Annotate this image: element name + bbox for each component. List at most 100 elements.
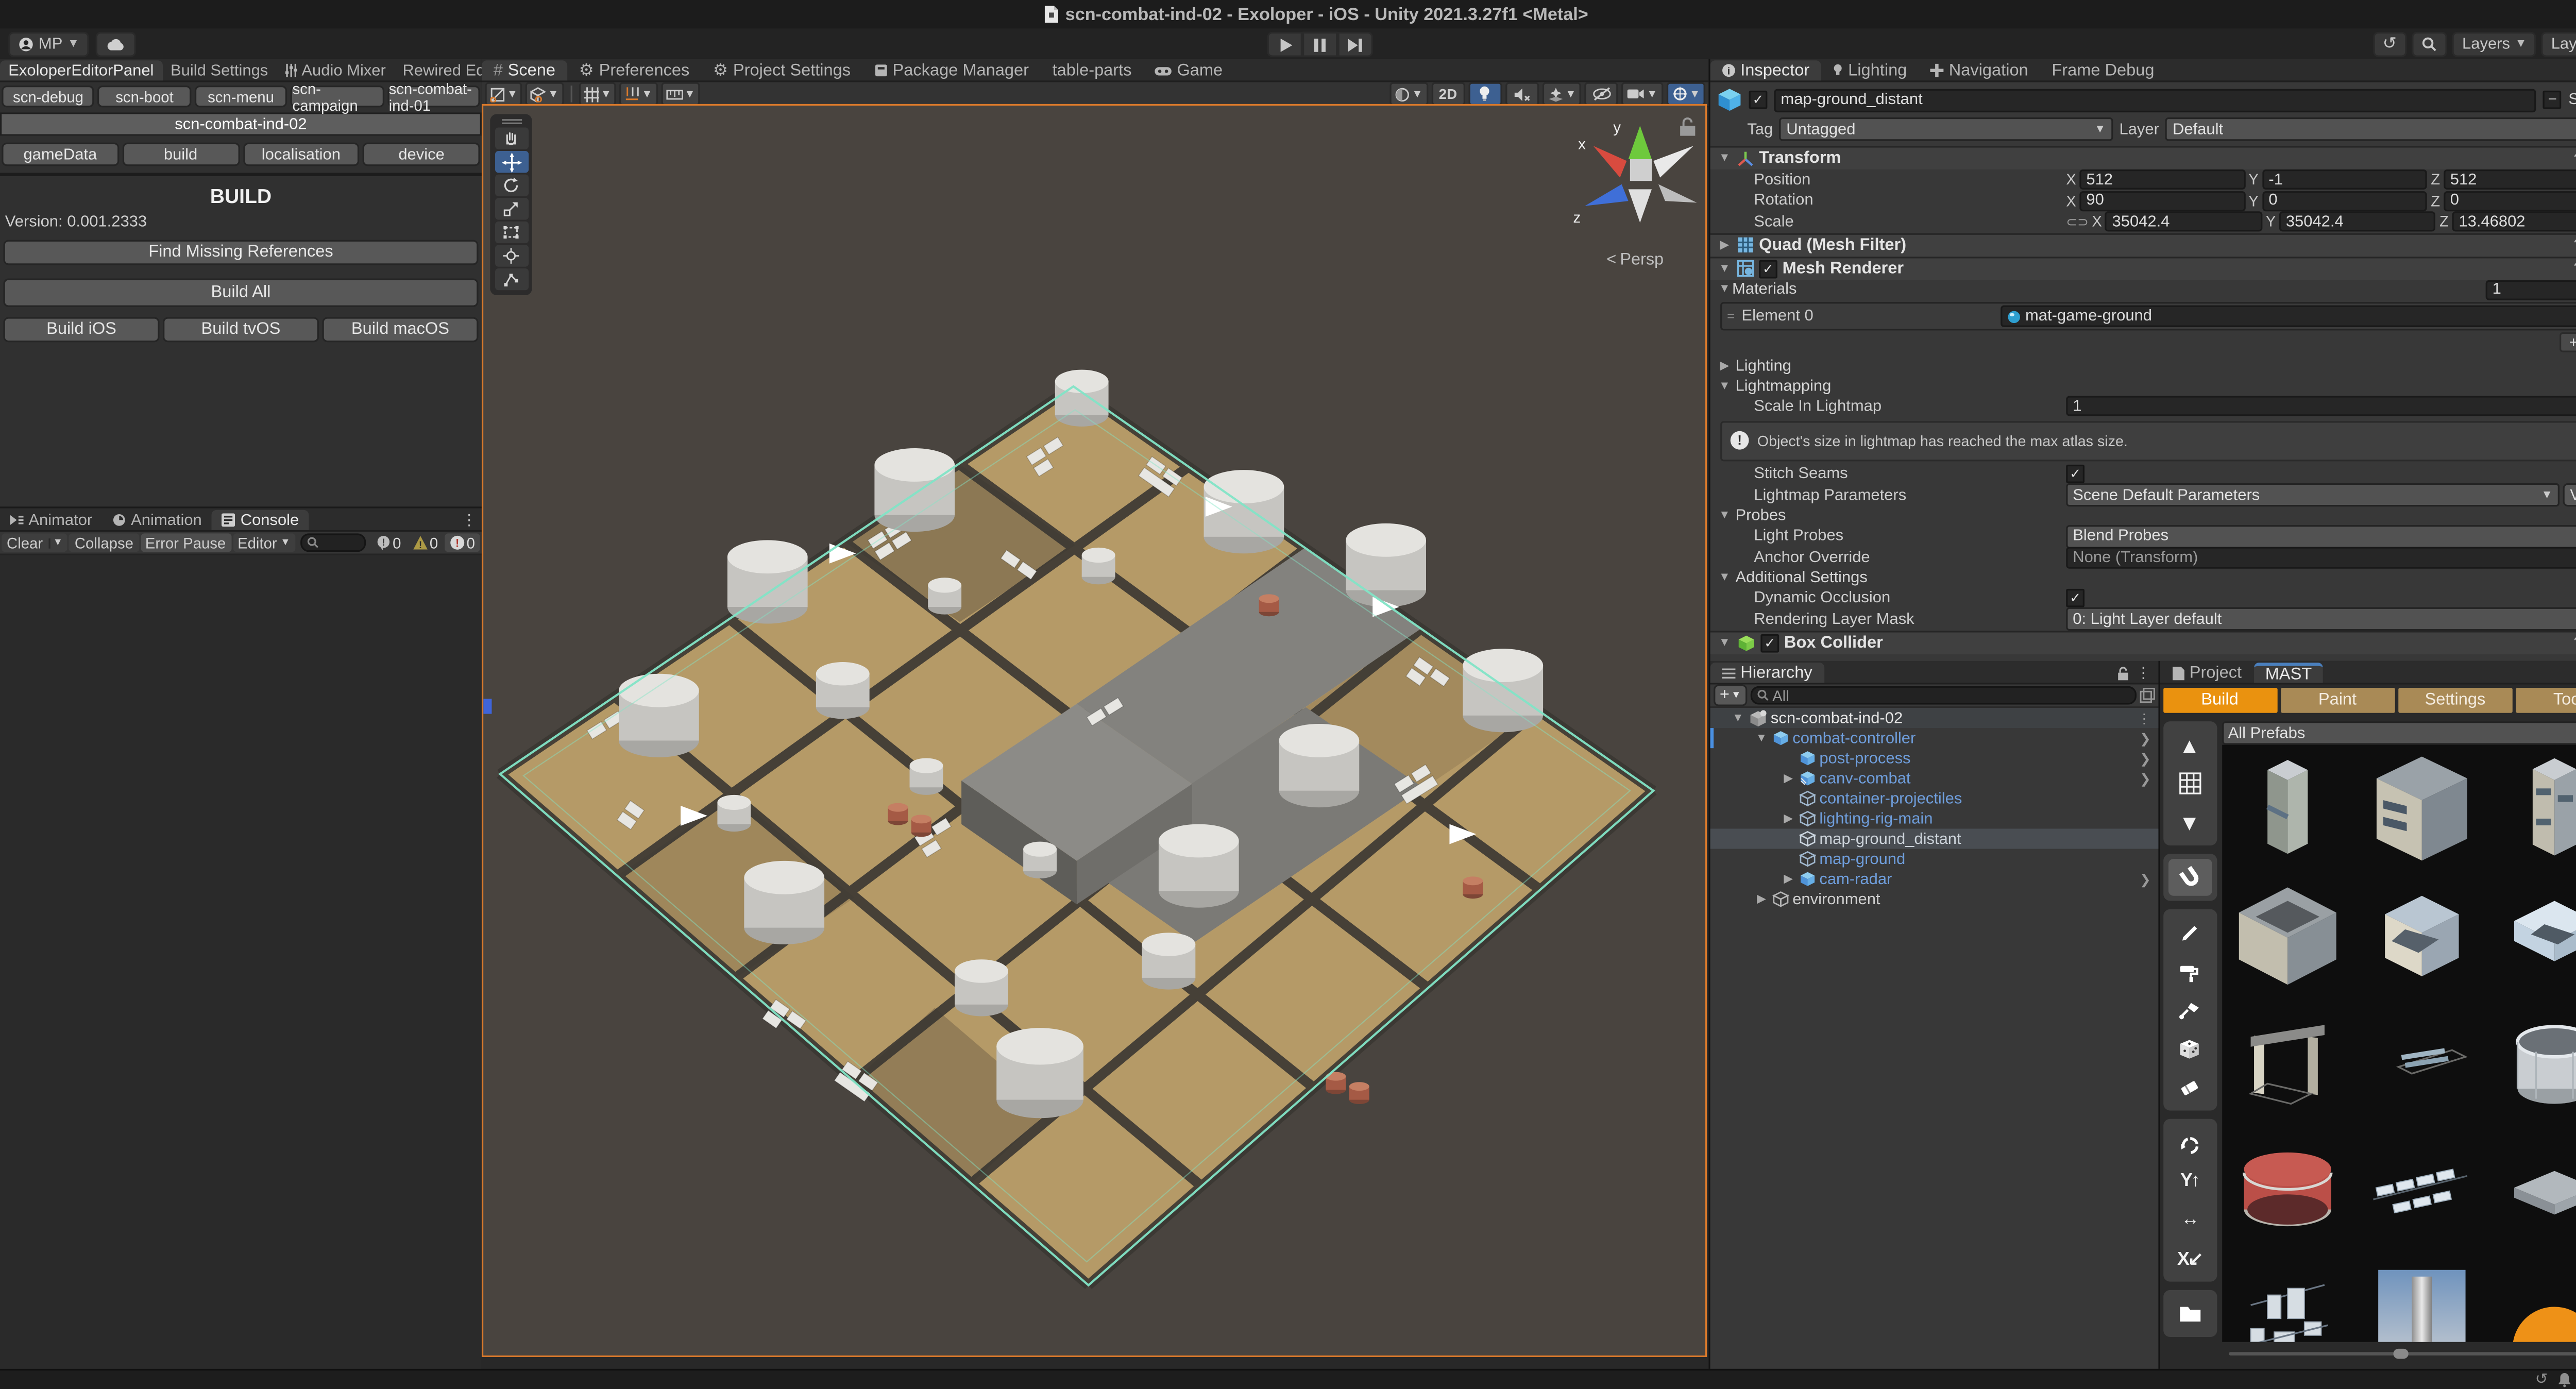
position-x-field[interactable] <box>2079 170 2245 190</box>
tab-audio-mixer[interactable]: Audio Mixer <box>277 60 395 80</box>
help-icon[interactable]: ? <box>2573 150 2576 167</box>
mesh-renderer-component-header[interactable]: ▼ ✓ Mesh Renderer ?⇄⋮ <box>1710 256 2576 280</box>
hierarchy-item[interactable]: post-process ❯ <box>1710 748 2158 768</box>
rotation-z-field[interactable] <box>2444 191 2576 211</box>
lower-tool-button[interactable]: ▼ <box>2167 804 2211 841</box>
tab-game[interactable]: Game <box>1143 60 1234 80</box>
mast-settings-tab[interactable]: Settings <box>2398 688 2512 713</box>
rotation-y-field[interactable] <box>2262 191 2427 211</box>
prefab-thumbnail-city-block[interactable] <box>2222 1255 2355 1342</box>
randomize-tool-button[interactable] <box>2167 1030 2211 1067</box>
console-search-input[interactable] <box>300 533 366 552</box>
hierarchy-item[interactable]: map-ground <box>1710 849 2158 869</box>
tab-lighting[interactable]: Lighting <box>1821 60 1919 80</box>
prefab-thumbnail-tall-box[interactable] <box>2222 745 2355 872</box>
object-name-field[interactable] <box>1774 88 2536 112</box>
pause-button[interactable] <box>1302 32 1337 57</box>
mesh-filter-component-header[interactable]: ▶ Quad (Mesh Filter) ?⇄⋮ <box>1710 232 2576 256</box>
tab-navigation[interactable]: Navigation <box>1919 60 2040 80</box>
tab-project-settings[interactable]: ⚙Project Settings <box>701 60 862 80</box>
prefab-thumbnail-round-tank[interactable] <box>2488 1000 2576 1127</box>
find-missing-references-button[interactable]: Find Missing References <box>4 240 479 265</box>
hierarchy-search-input[interactable]: All <box>1751 686 2136 705</box>
lighting-foldout[interactable]: ▶Lighting <box>1710 355 2576 376</box>
folder-button[interactable] <box>2167 1295 2211 1332</box>
tab-build-settings[interactable]: Build Settings <box>162 60 277 80</box>
tab-project[interactable]: Project <box>2159 663 2253 683</box>
help-icon[interactable]: ? <box>2573 236 2576 253</box>
bell-icon[interactable] <box>2558 1372 2571 1387</box>
foldout-icon[interactable]: ▼ <box>1717 637 1732 649</box>
prefab-thumbnail-rail-piece[interactable] <box>2354 1000 2488 1127</box>
raise-tool-button[interactable]: ▲ <box>2167 726 2211 764</box>
category-localisation-button[interactable]: localisation <box>243 143 360 166</box>
scene-menu-icon[interactable]: ⋮ <box>2138 710 2151 725</box>
tab-inspector[interactable]: i Inspector <box>1710 60 1821 80</box>
box-collider-checkbox[interactable]: ✓ <box>1760 633 1779 652</box>
move-up-y-button[interactable]: Y↑ <box>2167 1162 2211 1199</box>
anchor-override-field[interactable]: None (Transform)⊙ <box>2066 547 2576 568</box>
static-mixed-checkbox[interactable]: – <box>2543 91 2562 109</box>
chevron-right-icon[interactable]: ❯ <box>2140 771 2151 786</box>
prefab-thumbnail-room-cluster[interactable] <box>2354 872 2488 1000</box>
hierarchy-item[interactable]: ▶ lighting-rig-main <box>1710 808 2158 828</box>
snap-magnet-button[interactable] <box>2167 859 2211 896</box>
scene-viewport[interactable]: y x z < Persp <box>482 104 1707 1357</box>
hierarchy-item[interactable]: ▶ environment <box>1710 889 2158 909</box>
lightmap-parameters-dropdown[interactable]: Scene Default Parameters▼ <box>2066 484 2560 507</box>
scale-y-field[interactable] <box>2279 212 2436 232</box>
active-checkbox[interactable]: ✓ <box>1749 91 1768 109</box>
tab-preferences[interactable]: ⚙Preferences <box>567 60 701 80</box>
render-doc-dropdown[interactable]: ▼ <box>1390 82 1428 106</box>
layout-dropdown[interactable]: Layout▼ <box>2541 32 2576 57</box>
category-build-button[interactable]: build <box>122 143 239 166</box>
step-button[interactable] <box>1337 32 1372 57</box>
editor-dropdown[interactable]: Editor▼ <box>232 533 295 552</box>
prefab-thumbnail-slab[interactable] <box>2488 1127 2576 1255</box>
grid-tool-button[interactable] <box>2167 765 2211 802</box>
thumbnail-size-slider[interactable] <box>2228 1347 2576 1361</box>
prefab-thumbnail-orange-dome[interactable] <box>2488 1255 2576 1342</box>
build-ios-button[interactable]: Build iOS <box>4 317 160 342</box>
active-scene-button[interactable]: scn-combat-ind-02 <box>0 112 482 136</box>
tab-hierarchy[interactable]: Hierarchy <box>1710 663 1824 683</box>
draw-mode-dropdown[interactable]: ▼ <box>485 82 522 106</box>
search-button[interactable] <box>2412 32 2447 57</box>
clear-button[interactable]: Clear▼ <box>2 533 68 552</box>
move-tool-button[interactable] <box>494 151 528 173</box>
scene-button-scn-campaign[interactable]: scn-campaign <box>291 86 383 107</box>
material-object-field[interactable]: mat-game-ground ⊙ <box>2000 306 2576 327</box>
eraser-tool-button[interactable] <box>2167 1069 2211 1106</box>
tab-mast[interactable]: MAST <box>2253 663 2324 683</box>
scene-button-scn-combat-ind-01[interactable]: scn-combat-ind-01 <box>387 86 480 107</box>
hierarchy-item[interactable]: ▶ canv-combat ❯ <box>1710 768 2158 788</box>
help-icon[interactable]: ? <box>2573 634 2576 651</box>
audio-mute-toggle[interactable] <box>1505 82 1538 106</box>
hierarchy-item-selected[interactable]: map-ground_distant <box>1710 828 2158 849</box>
error-pause-button[interactable]: Error Pause <box>140 533 231 552</box>
tab-console[interactable]: Console <box>212 510 309 530</box>
scene-button-scn-menu[interactable]: scn-menu <box>194 86 287 107</box>
create-object-button[interactable]: +▼ <box>1714 684 1747 706</box>
shading-mode-dropdown[interactable]: ▼ <box>526 82 564 106</box>
layer-dropdown[interactable]: Default▼ <box>2166 117 2576 141</box>
increment-snap-dropdown[interactable]: ▼ <box>661 82 700 106</box>
tab-scene[interactable]: #Scene <box>482 60 567 80</box>
info-count-badge[interactable]: ! 0 <box>371 533 406 552</box>
grid-visibility-dropdown[interactable]: ▼ <box>579 82 616 106</box>
build-macos-button[interactable]: Build macOS <box>322 317 478 342</box>
box-collider-component-header[interactable]: ▼ ✓ Box Collider ?⇄⋮ <box>1710 630 2576 654</box>
play-button[interactable] <box>1267 32 1302 57</box>
drag-handle-icon[interactable]: = <box>1727 309 1735 324</box>
rendering-layer-mask-dropdown[interactable]: 0: Light Layer default▼ <box>2066 607 2576 631</box>
materials-count-field[interactable] <box>2486 280 2576 300</box>
paint-brush-tool-button[interactable] <box>2167 991 2211 1028</box>
scale-x-field[interactable] <box>2106 212 2263 232</box>
mast-paint-tab[interactable]: Paint <box>2280 688 2395 713</box>
mast-build-tab[interactable]: Build <box>2163 688 2277 713</box>
tab-table-parts[interactable]: table-parts <box>1041 60 1144 80</box>
scale-z-field[interactable] <box>2452 212 2576 232</box>
2d-toggle-button[interactable]: 2D <box>1431 82 1465 106</box>
hierarchy-item[interactable]: ▶ cam-radar ❯ <box>1710 869 2158 889</box>
snap-settings-dropdown[interactable]: ▼ <box>620 82 657 106</box>
